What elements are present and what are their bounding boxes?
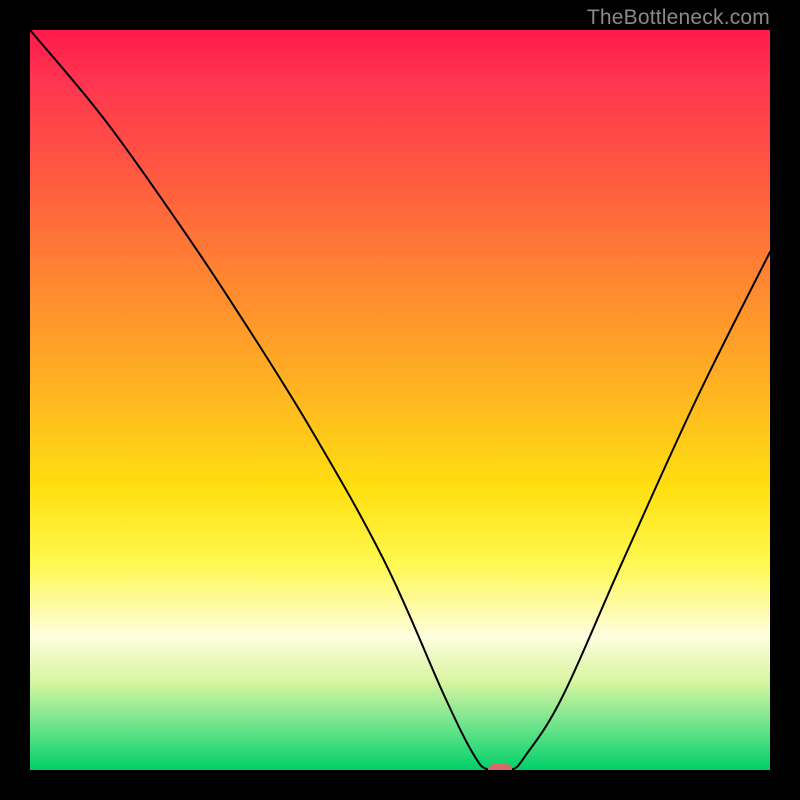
plot-area	[30, 30, 770, 770]
curve-path	[30, 30, 770, 770]
bottleneck-curve	[30, 30, 770, 770]
watermark-text: TheBottleneck.com	[587, 6, 770, 30]
optimal-marker	[488, 764, 512, 770]
chart-frame: TheBottleneck.com	[0, 0, 800, 800]
